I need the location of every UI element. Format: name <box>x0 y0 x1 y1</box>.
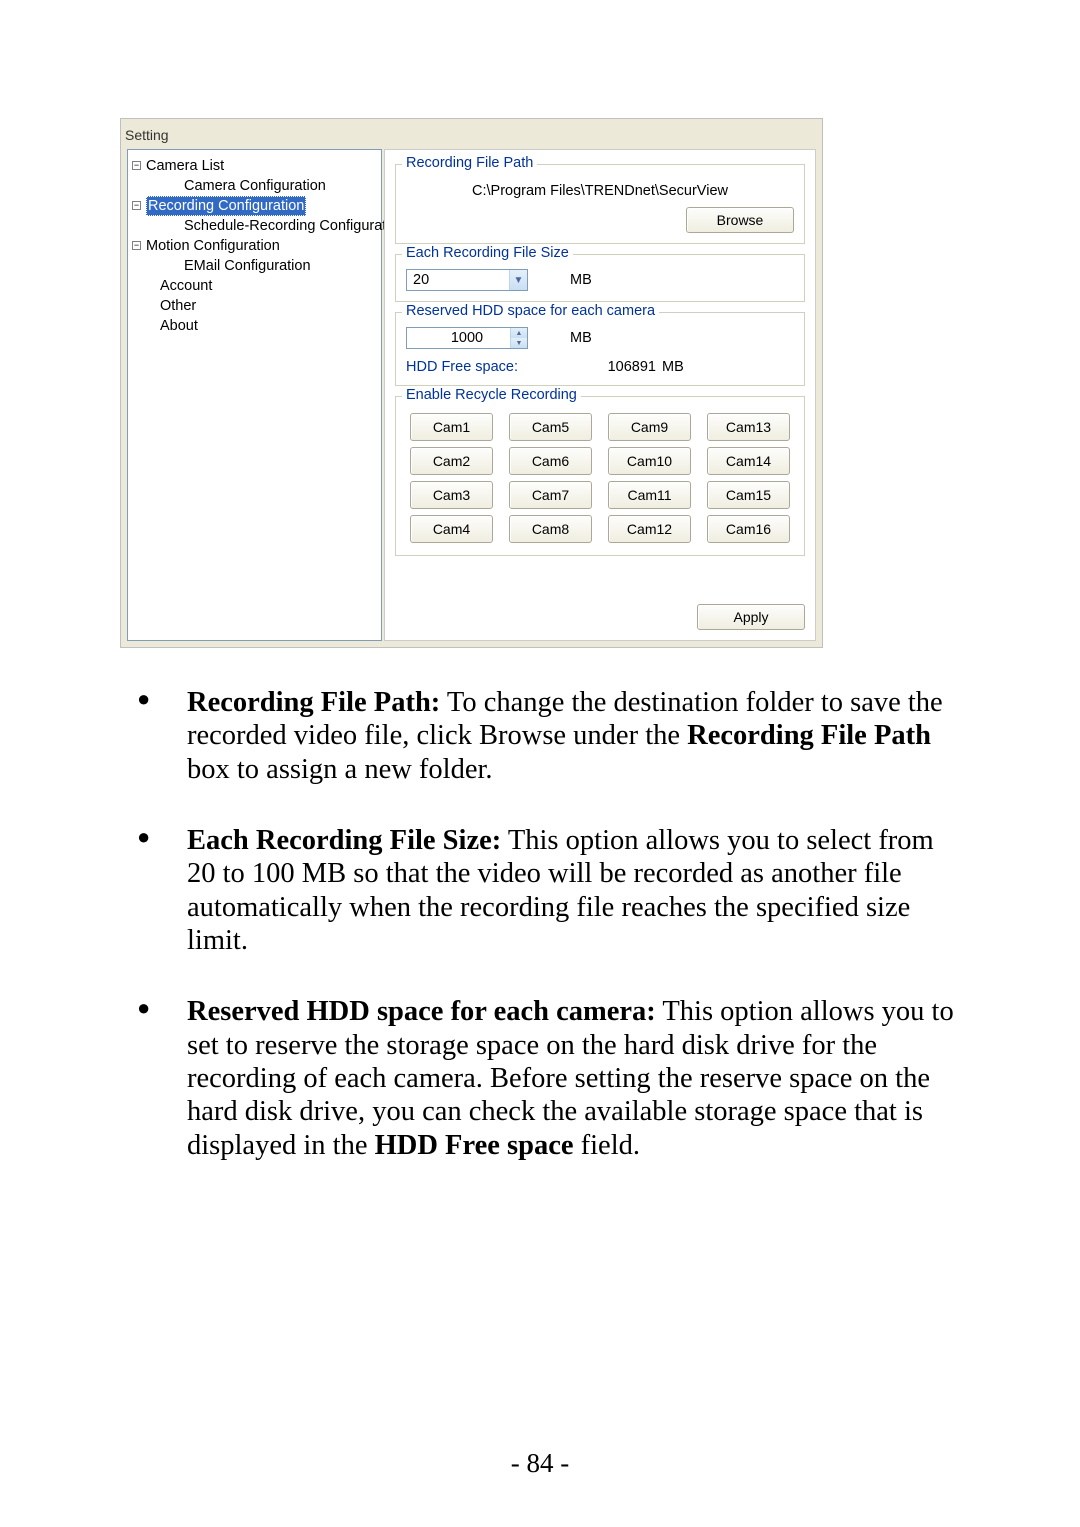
tree-other[interactable]: Other <box>132 296 377 316</box>
tree-motion-configuration[interactable]: Motion Configuration EMail Configuration <box>132 236 377 276</box>
cam-button[interactable]: Cam11 <box>608 481 691 509</box>
group-recording-file-path: Recording File Path C:\Program Files\TRE… <box>395 164 805 244</box>
tree-about[interactable]: About <box>132 316 377 336</box>
group-legend: Each Recording File Size <box>402 245 573 261</box>
page-number: - 84 - <box>0 1448 1080 1479</box>
cam-button[interactable]: Cam14 <box>707 447 790 475</box>
doc-bullet: Recording File Path: To change the desti… <box>115 686 965 786</box>
tree-camera-configuration[interactable]: Camera Configuration <box>146 176 377 196</box>
file-size-value: 20 <box>413 272 429 288</box>
chevron-down-icon[interactable]: ▼ <box>509 270 527 290</box>
tree-schedule-recording[interactable]: Schedule-Recording Configuration <box>146 216 377 236</box>
apply-button[interactable]: Apply <box>697 604 805 630</box>
file-size-combo[interactable]: 20 ▼ <box>406 269 528 291</box>
cam-button[interactable]: Cam12 <box>608 515 691 543</box>
hdd-free-unit: MB <box>662 359 684 375</box>
tree-collapse-icon[interactable] <box>132 201 141 210</box>
reserved-space-unit: MB <box>570 330 592 346</box>
cam-button[interactable]: Cam10 <box>608 447 691 475</box>
settings-content: Recording File Path C:\Program Files\TRE… <box>384 149 816 641</box>
group-reserved-hdd: Reserved HDD space for each camera 1000 … <box>395 312 805 386</box>
cam-button[interactable]: Cam5 <box>509 413 592 441</box>
tree-recording-configuration[interactable]: Recording Configuration Schedule-Recordi… <box>132 196 377 236</box>
file-size-unit: MB <box>570 272 592 288</box>
doc-bullet: Reserved HDD space for each camera: This… <box>115 995 965 1162</box>
cam-button[interactable]: Cam1 <box>410 413 493 441</box>
cam-button[interactable]: Cam3 <box>410 481 493 509</box>
cam-button[interactable]: Cam7 <box>509 481 592 509</box>
cam-button[interactable]: Cam8 <box>509 515 592 543</box>
cam-button[interactable]: Cam9 <box>608 413 691 441</box>
group-legend: Reserved HDD space for each camera <box>402 303 659 319</box>
cam-button[interactable]: Cam15 <box>707 481 790 509</box>
cam-button[interactable]: Cam13 <box>707 413 790 441</box>
document-body: Recording File Path: To change the desti… <box>115 686 965 1162</box>
browse-button[interactable]: Browse <box>686 207 794 233</box>
tree-collapse-icon[interactable] <box>132 241 141 250</box>
spinner-down-icon[interactable]: ▼ <box>510 338 527 348</box>
settings-window: Setting Camera List Camera Configuration <box>120 118 823 648</box>
tree-account[interactable]: Account <box>132 276 377 296</box>
cam-button[interactable]: Cam6 <box>509 447 592 475</box>
hdd-free-label: HDD Free space: <box>406 359 556 375</box>
cam-button[interactable]: Cam16 <box>707 515 790 543</box>
tree-email-configuration[interactable]: EMail Configuration <box>146 256 377 276</box>
cam-button[interactable]: Cam4 <box>410 515 493 543</box>
hdd-free-value: 106891 <box>556 359 656 375</box>
group-file-size: Each Recording File Size 20 ▼ MB <box>395 254 805 302</box>
spinner-up-icon[interactable]: ▲ <box>510 328 527 338</box>
group-recycle-recording: Enable Recycle Recording Cam1Cam5Cam9Cam… <box>395 396 805 556</box>
group-legend: Recording File Path <box>402 155 537 171</box>
tree-camera-list[interactable]: Camera List Camera Configuration <box>132 156 377 196</box>
doc-bullet: Each Recording File Size: This option al… <box>115 824 965 957</box>
cam-button[interactable]: Cam2 <box>410 447 493 475</box>
recording-path-value: C:\Program Files\TRENDnet\SecurView <box>406 179 794 207</box>
group-legend: Enable Recycle Recording <box>402 387 581 403</box>
tree-collapse-icon[interactable] <box>132 161 141 170</box>
reserved-space-spinner[interactable]: 1000 ▲ ▼ <box>406 327 528 349</box>
window-title: Setting <box>121 119 822 143</box>
settings-tree[interactable]: Camera List Camera Configuration Recordi… <box>127 149 382 641</box>
reserved-space-value: 1000 <box>451 330 483 346</box>
